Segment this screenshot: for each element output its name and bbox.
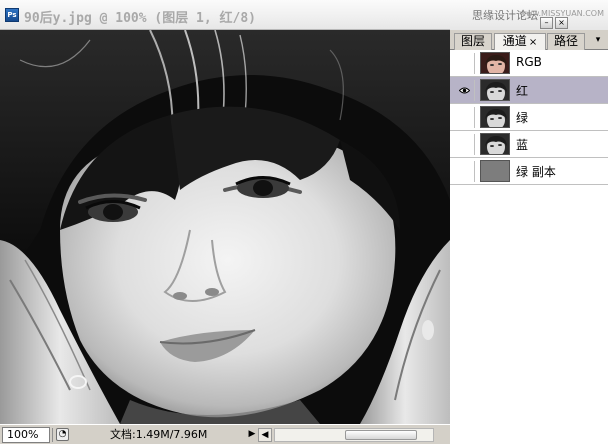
channel-thumbnail xyxy=(480,160,510,182)
channel-thumbnail xyxy=(480,79,510,101)
channel-row[interactable]: 绿 副本 xyxy=(450,158,608,185)
tab-close-icon[interactable]: × xyxy=(529,37,537,48)
channel-row[interactable]: 红 xyxy=(450,77,608,104)
photoshop-icon: Ps xyxy=(5,8,19,22)
status-bar: 100% ◔ 文档:1.49M/7.96M ▶ ◀ xyxy=(0,424,450,444)
document-size: 文档:1.49M/7.96M xyxy=(110,428,208,441)
channel-visibility-toggle[interactable] xyxy=(453,80,475,101)
tab-layers-label: 图层 xyxy=(460,34,485,48)
eye-icon xyxy=(459,87,470,94)
channel-visibility-toggle[interactable] xyxy=(453,53,475,74)
portrait-image xyxy=(0,30,450,424)
scroll-left-arrow-icon[interactable]: ◀ xyxy=(258,428,272,442)
panel-tab-bar: 图层 通道 × 路径 ▾ xyxy=(450,30,608,51)
channel-thumbnail xyxy=(480,52,510,74)
channel-list: RGB 红绿蓝绿 副本 xyxy=(450,50,608,444)
tab-channels[interactable]: 通道 × xyxy=(494,33,546,51)
channel-label: 绿 xyxy=(516,111,529,125)
horizontal-scrollbar[interactable] xyxy=(274,428,434,442)
channel-thumbnail xyxy=(480,133,510,155)
panel-minimize-button[interactable]: – xyxy=(540,17,553,29)
channel-label: 绿 副本 xyxy=(516,165,556,179)
horizontal-scroll-thumb[interactable] xyxy=(345,430,417,440)
tab-channels-label: 通道 xyxy=(502,34,527,48)
panel-close-button[interactable]: × xyxy=(555,17,568,29)
panel-caption-bar[interactable]: 思缘设计论坛 www.MISSYUAN.COM xyxy=(450,0,608,30)
panel-menu-icon[interactable]: ▾ xyxy=(591,35,605,46)
channel-visibility-toggle[interactable] xyxy=(453,107,475,128)
document-title-bar[interactable]: Ps 90后y.jpg @ 100% (图层 1, 红/8) xyxy=(0,0,450,30)
channel-visibility-toggle[interactable] xyxy=(453,161,475,182)
status-separator xyxy=(52,428,53,442)
zoom-field[interactable]: 100% xyxy=(2,427,50,443)
channel-thumbnail xyxy=(480,106,510,128)
channel-label: 蓝 xyxy=(516,138,529,152)
channel-label: RGB xyxy=(516,55,542,69)
channel-row[interactable]: 绿 xyxy=(450,104,608,131)
channel-row[interactable]: RGB xyxy=(450,50,608,77)
channel-visibility-toggle[interactable] xyxy=(453,134,475,155)
status-menu-icon[interactable]: ◔ xyxy=(56,428,69,441)
document-title: 90后y.jpg @ 100% (图层 1, 红/8) xyxy=(24,11,257,26)
channel-label: 红 xyxy=(516,84,529,98)
tab-paths[interactable]: 路径 xyxy=(547,33,585,50)
channel-row[interactable]: 蓝 xyxy=(450,131,608,158)
tab-layers[interactable]: 图层 xyxy=(454,33,492,50)
status-expand-arrow-icon[interactable]: ▶ xyxy=(248,428,256,441)
image-canvas[interactable] xyxy=(0,30,450,424)
tab-paths-label: 路径 xyxy=(553,34,578,48)
